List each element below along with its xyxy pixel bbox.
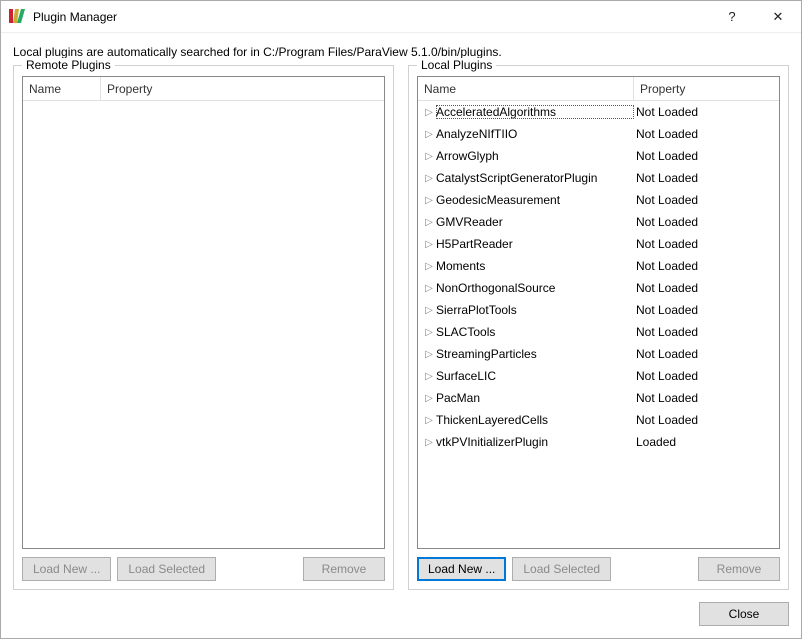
plugin-row[interactable]: ▷SierraPlotToolsNot Loaded xyxy=(418,299,779,321)
plugin-property: Not Loaded xyxy=(634,105,779,119)
window-title: Plugin Manager xyxy=(33,10,117,24)
plugin-name: ThickenLayeredCells xyxy=(436,413,634,427)
plugin-row[interactable]: ▷NonOrthogonalSourceNot Loaded xyxy=(418,277,779,299)
help-button[interactable]: ? xyxy=(709,1,755,33)
plugin-row[interactable]: ▷StreamingParticlesNot Loaded xyxy=(418,343,779,365)
plugin-row[interactable]: ▷GMVReaderNot Loaded xyxy=(418,211,779,233)
expand-icon[interactable]: ▷ xyxy=(418,283,436,294)
plugin-name: vtkPVInitializerPlugin xyxy=(436,435,634,449)
plugin-property: Not Loaded xyxy=(634,281,779,295)
plugin-row[interactable]: ▷SurfaceLICNot Loaded xyxy=(418,365,779,387)
plugin-name: SLACTools xyxy=(436,325,634,339)
expand-icon[interactable]: ▷ xyxy=(418,217,436,228)
plugin-name: ArrowGlyph xyxy=(436,149,634,163)
remote-plugins-legend: Remote Plugins xyxy=(22,58,115,72)
remote-plugins-group: Remote Plugins Name Property Load New ..… xyxy=(13,65,394,590)
remote-header-property[interactable]: Property xyxy=(101,77,384,100)
expand-icon[interactable]: ▷ xyxy=(418,327,436,338)
local-header-property[interactable]: Property xyxy=(634,77,779,100)
remote-buttons: Load New ... Load Selected Remove xyxy=(22,557,385,581)
remote-load-selected-button[interactable]: Load Selected xyxy=(117,557,216,581)
plugin-name: NonOrthogonalSource xyxy=(436,281,634,295)
plugin-row[interactable]: ▷H5PartReaderNot Loaded xyxy=(418,233,779,255)
plugin-property: Not Loaded xyxy=(634,391,779,405)
plugin-name: H5PartReader xyxy=(436,237,634,251)
search-path-text: Local plugins are automatically searched… xyxy=(13,45,789,59)
local-load-new-button[interactable]: Load New ... xyxy=(417,557,506,581)
plugin-property: Not Loaded xyxy=(634,303,779,317)
plugin-property: Not Loaded xyxy=(634,325,779,339)
plugin-property: Not Loaded xyxy=(634,149,779,163)
local-remove-button[interactable]: Remove xyxy=(698,557,780,581)
plugin-name: StreamingParticles xyxy=(436,347,634,361)
plugin-property: Not Loaded xyxy=(634,215,779,229)
window-close-button[interactable]: ✕ xyxy=(755,1,801,33)
plugin-property: Not Loaded xyxy=(634,369,779,383)
expand-icon[interactable]: ▷ xyxy=(418,371,436,382)
plugin-name: GMVReader xyxy=(436,215,634,229)
plugin-property: Not Loaded xyxy=(634,413,779,427)
plugin-row[interactable]: ▷ArrowGlyphNot Loaded xyxy=(418,145,779,167)
remote-plugins-tree[interactable]: Name Property xyxy=(22,76,385,549)
plugin-manager-window: Plugin Manager ? ✕ Local plugins are aut… xyxy=(0,0,802,639)
plugin-name: PacMan xyxy=(436,391,634,405)
expand-icon[interactable]: ▷ xyxy=(418,107,436,118)
remote-remove-button[interactable]: Remove xyxy=(303,557,385,581)
plugin-property: Not Loaded xyxy=(634,259,779,273)
local-tree-header: Name Property xyxy=(418,77,779,101)
paraview-icon xyxy=(9,9,25,25)
local-header-name[interactable]: Name xyxy=(418,77,634,100)
plugin-name: SierraPlotTools xyxy=(436,303,634,317)
close-button[interactable]: Close xyxy=(699,602,789,626)
expand-icon[interactable]: ▷ xyxy=(418,305,436,316)
local-plugins-group: Local Plugins Name Property ▷Accelerated… xyxy=(408,65,789,590)
local-buttons: Load New ... Load Selected Remove xyxy=(417,557,780,581)
plugin-name: GeodesicMeasurement xyxy=(436,193,634,207)
expand-icon[interactable]: ▷ xyxy=(418,173,436,184)
titlebar: Plugin Manager ? ✕ xyxy=(1,1,801,33)
expand-icon[interactable]: ▷ xyxy=(418,261,436,272)
plugin-property: Not Loaded xyxy=(634,127,779,141)
plugin-row[interactable]: ▷SLACToolsNot Loaded xyxy=(418,321,779,343)
plugin-property: Not Loaded xyxy=(634,193,779,207)
expand-icon[interactable]: ▷ xyxy=(418,239,436,250)
plugin-row[interactable]: ▷AnalyzeNIfTIIONot Loaded xyxy=(418,123,779,145)
expand-icon[interactable]: ▷ xyxy=(418,393,436,404)
plugin-name: Moments xyxy=(436,259,634,273)
expand-icon[interactable]: ▷ xyxy=(418,195,436,206)
plugin-name: CatalystScriptGeneratorPlugin xyxy=(436,171,634,185)
plugin-row[interactable]: ▷CatalystScriptGeneratorPluginNot Loaded xyxy=(418,167,779,189)
plugin-row[interactable]: ▷vtkPVInitializerPluginLoaded xyxy=(418,431,779,453)
plugin-name: AcceleratedAlgorithms xyxy=(436,105,634,119)
plugin-row[interactable]: ▷ThickenLayeredCellsNot Loaded xyxy=(418,409,779,431)
expand-icon[interactable]: ▷ xyxy=(418,437,436,448)
plugin-property: Loaded xyxy=(634,435,779,449)
remote-load-new-button[interactable]: Load New ... xyxy=(22,557,111,581)
remote-tree-header: Name Property xyxy=(23,77,384,101)
dialog-footer: Close xyxy=(1,596,801,638)
expand-icon[interactable]: ▷ xyxy=(418,415,436,426)
plugin-row[interactable]: ▷AcceleratedAlgorithmsNot Loaded xyxy=(418,101,779,123)
local-load-selected-button[interactable]: Load Selected xyxy=(512,557,611,581)
plugin-property: Not Loaded xyxy=(634,347,779,361)
plugin-row[interactable]: ▷PacManNot Loaded xyxy=(418,387,779,409)
plugin-name: AnalyzeNIfTIIO xyxy=(436,127,634,141)
plugin-property: Not Loaded xyxy=(634,171,779,185)
expand-icon[interactable]: ▷ xyxy=(418,349,436,360)
expand-icon[interactable]: ▷ xyxy=(418,151,436,162)
plugin-property: Not Loaded xyxy=(634,237,779,251)
local-plugins-tree[interactable]: Name Property ▷AcceleratedAlgorithmsNot … xyxy=(417,76,780,549)
panels: Remote Plugins Name Property Load New ..… xyxy=(13,65,789,590)
plugin-row[interactable]: ▷MomentsNot Loaded xyxy=(418,255,779,277)
local-plugins-legend: Local Plugins xyxy=(417,58,496,72)
content-area: Local plugins are automatically searched… xyxy=(1,33,801,596)
plugin-name: SurfaceLIC xyxy=(436,369,634,383)
expand-icon[interactable]: ▷ xyxy=(418,129,436,140)
remote-header-name[interactable]: Name xyxy=(23,77,101,100)
plugin-row[interactable]: ▷GeodesicMeasurementNot Loaded xyxy=(418,189,779,211)
